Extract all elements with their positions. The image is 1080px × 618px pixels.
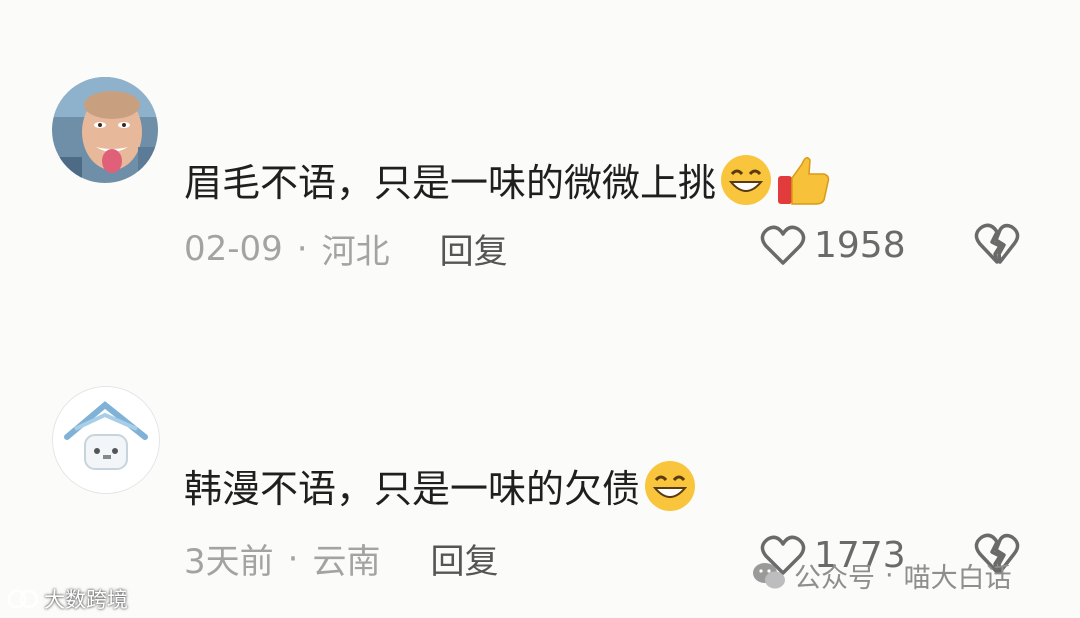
watermark-right-separator: · — [885, 560, 894, 591]
dislike-button[interactable] — [974, 222, 1020, 270]
watermark-left: 大数跨境 — [8, 584, 128, 614]
thumbs-up-emoji — [776, 152, 832, 214]
reply-button[interactable]: 回复 — [430, 534, 498, 583]
comment-meta: 3天前 · 云南 回复 — [184, 534, 498, 583]
meta-separator: · — [287, 538, 299, 579]
comment-text: 韩漫不语，只是一味的欠债 — [184, 460, 698, 518]
meta-separator: · — [296, 228, 308, 269]
comment-text: 眉毛不语，只是一味的微微上挑 — [184, 152, 832, 214]
grin-emoji — [642, 460, 698, 518]
comment-text-content: 眉毛不语，只是一味的微微上挑 — [184, 161, 717, 205]
comment-date: 3天前 — [184, 542, 274, 582]
broken-heart-icon — [974, 223, 1020, 264]
wechat-icon — [753, 562, 785, 588]
heart-icon — [760, 225, 806, 265]
comment-location: 云南 — [312, 542, 381, 582]
like-count: 1958 — [814, 224, 906, 266]
comment-location: 河北 — [321, 232, 390, 272]
reply-button[interactable]: 回复 — [440, 224, 508, 273]
watermark-right-prefix: 公众号 — [794, 563, 875, 594]
grin-emoji — [718, 154, 774, 212]
like-button[interactable]: 1958 — [760, 224, 906, 266]
watermark-logo-icon — [8, 589, 38, 609]
comment-date: 02-09 — [184, 228, 283, 269]
avatar[interactable] — [52, 386, 160, 494]
watermark-left-text: 大数跨境 — [44, 588, 128, 612]
watermark-right-name: 喵大白话 — [903, 563, 1012, 594]
avatar[interactable] — [52, 77, 158, 183]
watermark-right: 公众号 · 喵大白话 — [752, 556, 1012, 595]
comment-meta: 02-09 · 河北 回复 — [184, 224, 508, 273]
comment-text-content: 韩漫不语，只是一味的欠债 — [184, 467, 641, 511]
